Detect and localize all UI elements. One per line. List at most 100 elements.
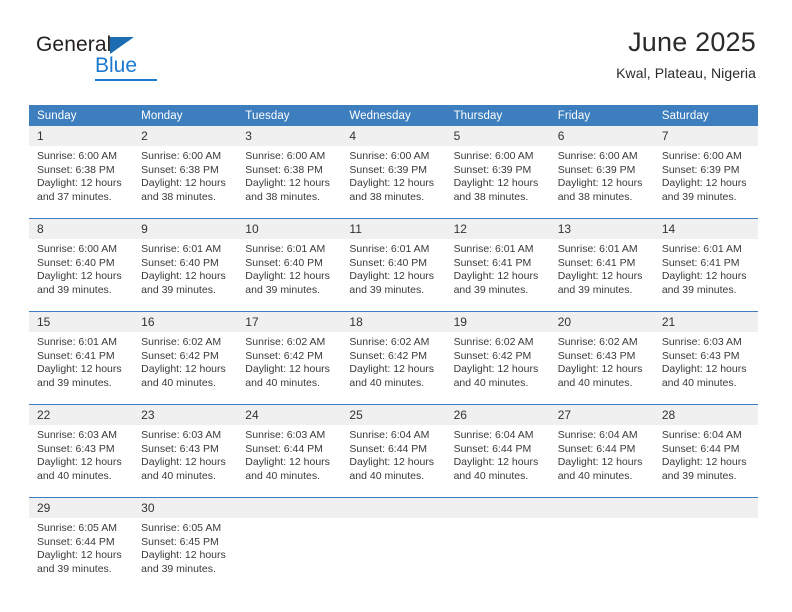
day-cell[interactable]: Sunrise: 6:02 AM Sunset: 6:42 PM Dayligh… bbox=[133, 332, 238, 405]
daylight-text-line2: and 39 minutes. bbox=[349, 283, 425, 296]
daylight-text-line2: and 40 minutes. bbox=[245, 376, 320, 389]
daylight-text-line2: and 38 minutes. bbox=[245, 190, 320, 203]
day-cell[interactable]: Sunrise: 6:00 AM Sunset: 6:38 PM Dayligh… bbox=[29, 146, 134, 219]
day-number[interactable]: 25 bbox=[341, 404, 446, 425]
daylight-text-line1: Daylight: 12 hours bbox=[37, 363, 122, 376]
day-number[interactable]: 30 bbox=[133, 497, 238, 518]
daylight-text-line1: Daylight: 12 hours bbox=[37, 177, 122, 190]
sunrise-text: Sunrise: 6:01 AM bbox=[37, 336, 117, 348]
day-number[interactable]: 2 bbox=[133, 126, 238, 146]
daylight-text-line2: and 37 minutes. bbox=[37, 190, 112, 203]
day-cell[interactable]: Sunrise: 6:02 AM Sunset: 6:43 PM Dayligh… bbox=[549, 332, 654, 405]
day-number[interactable]: 13 bbox=[549, 218, 654, 239]
daylight-text-line2: and 39 minutes. bbox=[141, 283, 216, 296]
sunrise-text: Sunrise: 6:00 AM bbox=[141, 150, 222, 162]
sunrise-text: Sunrise: 6:01 AM bbox=[453, 243, 534, 255]
day-cell[interactable]: Sunrise: 6:00 AM Sunset: 6:39 PM Dayligh… bbox=[653, 146, 758, 219]
day-cell[interactable]: Sunrise: 6:01 AM Sunset: 6:41 PM Dayligh… bbox=[653, 239, 758, 312]
day-cell[interactable]: Sunrise: 6:00 AM Sunset: 6:38 PM Dayligh… bbox=[237, 146, 342, 219]
day-cell[interactable]: Sunrise: 6:00 AM Sunset: 6:40 PM Dayligh… bbox=[29, 239, 134, 312]
day-number[interactable]: 5 bbox=[445, 126, 550, 146]
sunset-text: Sunset: 6:38 PM bbox=[245, 163, 323, 176]
daylight-text-line2: and 39 minutes. bbox=[37, 376, 112, 389]
day-cell[interactable]: Sunrise: 6:01 AM Sunset: 6:40 PM Dayligh… bbox=[341, 239, 446, 312]
day-cell[interactable]: Sunrise: 6:03 AM Sunset: 6:43 PM Dayligh… bbox=[653, 332, 758, 405]
day-cell[interactable]: Sunrise: 6:00 AM Sunset: 6:39 PM Dayligh… bbox=[341, 146, 446, 219]
day-number[interactable]: 4 bbox=[341, 126, 446, 146]
day-cell[interactable]: Sunrise: 6:05 AM Sunset: 6:44 PM Dayligh… bbox=[29, 518, 134, 590]
day-number[interactable]: 16 bbox=[133, 311, 238, 332]
sunrise-text: Sunrise: 6:03 AM bbox=[37, 429, 117, 441]
day-cell[interactable]: Sunrise: 6:04 AM Sunset: 6:44 PM Dayligh… bbox=[445, 425, 550, 498]
daylight-text-line1: Daylight: 12 hours bbox=[37, 549, 122, 562]
day-number[interactable]: 12 bbox=[445, 218, 550, 239]
sunset-text: Sunset: 6:39 PM bbox=[557, 163, 636, 176]
daylight-text-line2: and 38 minutes. bbox=[557, 190, 633, 203]
day-number[interactable]: 9 bbox=[133, 218, 238, 239]
sunrise-text: Sunrise: 6:02 AM bbox=[141, 336, 222, 348]
page-subtitle: Kwal, Plateau, Nigeria bbox=[616, 65, 756, 82]
day-number[interactable]: 24 bbox=[237, 404, 342, 425]
day-cell[interactable]: Sunrise: 6:00 AM Sunset: 6:39 PM Dayligh… bbox=[445, 146, 550, 219]
day-number[interactable]: 6 bbox=[549, 126, 654, 146]
day-number[interactable]: 10 bbox=[237, 218, 342, 239]
sunrise-text: Sunrise: 6:02 AM bbox=[349, 336, 430, 348]
sunrise-text: Sunrise: 6:01 AM bbox=[349, 243, 430, 255]
day-cell[interactable]: Sunrise: 6:02 AM Sunset: 6:42 PM Dayligh… bbox=[237, 332, 342, 405]
day-cell[interactable]: Sunrise: 6:01 AM Sunset: 6:41 PM Dayligh… bbox=[549, 239, 654, 312]
sunset-text: Sunset: 6:39 PM bbox=[661, 163, 740, 176]
sunset-text: Sunset: 6:42 PM bbox=[453, 349, 532, 362]
weekday-header-saturday: Saturday bbox=[653, 105, 758, 126]
day-number[interactable]: 7 bbox=[653, 126, 758, 146]
page-title: June 2025 bbox=[628, 27, 756, 57]
daylight-text-line2: and 40 minutes. bbox=[37, 469, 112, 482]
day-number[interactable]: 26 bbox=[445, 404, 550, 425]
calendar-week-row: 15 16 17 18 19 20 21 Sunrise: 6:01 AM Su… bbox=[29, 311, 758, 405]
weekday-header-friday: Friday bbox=[549, 105, 654, 126]
day-cell[interactable]: Sunrise: 6:03 AM Sunset: 6:43 PM Dayligh… bbox=[29, 425, 134, 498]
sunrise-text: Sunrise: 6:01 AM bbox=[245, 243, 326, 255]
day-cell[interactable]: Sunrise: 6:04 AM Sunset: 6:44 PM Dayligh… bbox=[549, 425, 654, 498]
sunset-text: Sunset: 6:44 PM bbox=[245, 442, 323, 455]
sunrise-text: Sunrise: 6:03 AM bbox=[141, 429, 222, 441]
day-cell-empty bbox=[237, 518, 342, 590]
day-number[interactable]: 17 bbox=[237, 311, 342, 332]
daylight-text-line2: and 39 minutes. bbox=[661, 283, 737, 296]
day-cell[interactable]: Sunrise: 6:01 AM Sunset: 6:41 PM Dayligh… bbox=[29, 332, 134, 405]
day-number[interactable]: 8 bbox=[29, 218, 134, 239]
sunrise-text: Sunrise: 6:05 AM bbox=[141, 522, 222, 534]
day-cell[interactable]: Sunrise: 6:03 AM Sunset: 6:44 PM Dayligh… bbox=[237, 425, 342, 498]
day-cell[interactable]: Sunrise: 6:05 AM Sunset: 6:45 PM Dayligh… bbox=[133, 518, 238, 590]
day-cell[interactable]: Sunrise: 6:01 AM Sunset: 6:40 PM Dayligh… bbox=[237, 239, 342, 312]
day-number[interactable]: 29 bbox=[29, 497, 134, 518]
day-cell[interactable]: Sunrise: 6:01 AM Sunset: 6:40 PM Dayligh… bbox=[133, 239, 238, 312]
day-number[interactable]: 1 bbox=[29, 126, 134, 146]
day-cell[interactable]: Sunrise: 6:02 AM Sunset: 6:42 PM Dayligh… bbox=[341, 332, 446, 405]
day-number[interactable]: 23 bbox=[133, 404, 238, 425]
day-number[interactable]: 22 bbox=[29, 404, 134, 425]
day-number[interactable]: 28 bbox=[653, 404, 758, 425]
sunset-text: Sunset: 6:39 PM bbox=[349, 163, 428, 176]
day-number[interactable]: 27 bbox=[549, 404, 654, 425]
sunrise-text: Sunrise: 6:03 AM bbox=[245, 429, 326, 441]
day-cell[interactable]: Sunrise: 6:02 AM Sunset: 6:42 PM Dayligh… bbox=[445, 332, 550, 405]
day-cell[interactable]: Sunrise: 6:01 AM Sunset: 6:41 PM Dayligh… bbox=[445, 239, 550, 312]
day-cell[interactable]: Sunrise: 6:00 AM Sunset: 6:39 PM Dayligh… bbox=[549, 146, 654, 219]
day-number[interactable]: 14 bbox=[653, 218, 758, 239]
day-cell[interactable]: Sunrise: 6:04 AM Sunset: 6:44 PM Dayligh… bbox=[341, 425, 446, 498]
day-cell[interactable]: Sunrise: 6:00 AM Sunset: 6:38 PM Dayligh… bbox=[133, 146, 238, 219]
day-number[interactable]: 11 bbox=[341, 218, 446, 239]
day-number[interactable]: 3 bbox=[237, 126, 342, 146]
week-daynumber-row: 29 30 bbox=[29, 497, 758, 518]
day-cell[interactable]: Sunrise: 6:04 AM Sunset: 6:44 PM Dayligh… bbox=[653, 425, 758, 498]
daylight-text-line2: and 39 minutes. bbox=[661, 469, 737, 482]
day-number-empty bbox=[653, 497, 758, 518]
day-number[interactable]: 15 bbox=[29, 311, 134, 332]
day-number[interactable]: 19 bbox=[445, 311, 550, 332]
day-number[interactable]: 18 bbox=[341, 311, 446, 332]
daylight-text-line1: Daylight: 12 hours bbox=[349, 456, 435, 469]
day-number[interactable]: 20 bbox=[549, 311, 654, 332]
daylight-text-line2: and 39 minutes. bbox=[661, 190, 737, 203]
day-number[interactable]: 21 bbox=[653, 311, 758, 332]
day-cell[interactable]: Sunrise: 6:03 AM Sunset: 6:43 PM Dayligh… bbox=[133, 425, 238, 498]
